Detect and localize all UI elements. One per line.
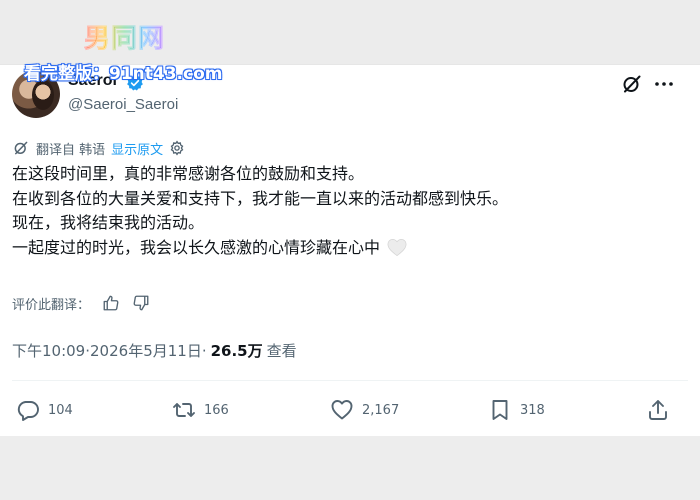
watermark-site-text: 看完整版：91nt43.com [24,64,223,84]
bookmark-count: 318 [520,402,545,418]
post-line-text: 一起度过的时光，我会以长久感激的心情珍藏在心中 [12,237,381,257]
post-date[interactable]: 2026年5月11日 [90,340,202,361]
heart-icon [331,400,353,420]
meta-separator: · [201,341,207,360]
share-icon [649,400,667,420]
gear-icon[interactable] [169,140,185,156]
views-count: 26.5万 [210,342,263,360]
share-button[interactable] [646,394,670,426]
repost-icon [173,403,195,417]
post-line: 现在，我将结束我的活动。 [12,213,205,232]
reply-button[interactable]: 104 [16,394,73,426]
post-line: 一起度过的时光，我会以长久感激的心情珍藏在心中 [12,236,672,261]
divider [12,380,688,381]
translation-row: 翻译自 韩语 显示原文 [12,138,185,158]
watermark-logo: 男同网 [84,18,165,55]
post-meta: 下午10:09 · 2026年5月11日 · 26.5万 查看 [12,340,297,361]
post-line: 在收到各位的大量关爱和支持下，我才能一直以来的活动都感到快乐。 [12,188,509,208]
reply-count: 104 [48,402,73,418]
rate-translation-row: 评价此翻译： [12,292,150,314]
grok-translate-icon [14,141,28,155]
post-line: 在这段时间里，真的非常感谢各位的鼓励和支持。 [12,164,365,183]
like-count: 2,167 [362,402,400,418]
bookmark-icon [492,400,508,420]
views-label: 查看 [266,342,297,360]
bottom-background-band [0,436,700,500]
thumbs-up-icon[interactable] [102,294,120,312]
white-heart-icon [387,238,407,256]
author-handle[interactable]: @Saeroi_Saeroi [68,96,178,113]
repost-count: 166 [204,402,229,418]
translated-from-label: 翻译自 韩语 [36,142,106,158]
reply-icon [17,401,39,421]
action-bar: 104 166 2,167 318 [0,394,700,426]
like-button[interactable]: 2,167 [330,394,399,426]
post-time[interactable]: 下午10:09 [12,340,85,361]
rate-translation-label: 评价此翻译： [12,297,91,313]
bookmark-button[interactable]: 318 [488,394,545,426]
post-body: 在这段时间里，真的非常感谢各位的鼓励和支持。 在收到各位的大量关爱和支持下，我才… [12,162,672,260]
repost-button[interactable]: 166 [172,394,229,426]
grok-icon[interactable] [620,72,644,96]
thumbs-down-icon[interactable] [132,294,150,312]
more-options-icon[interactable] [652,72,676,96]
show-original-link[interactable]: 显示原文 [111,139,163,158]
